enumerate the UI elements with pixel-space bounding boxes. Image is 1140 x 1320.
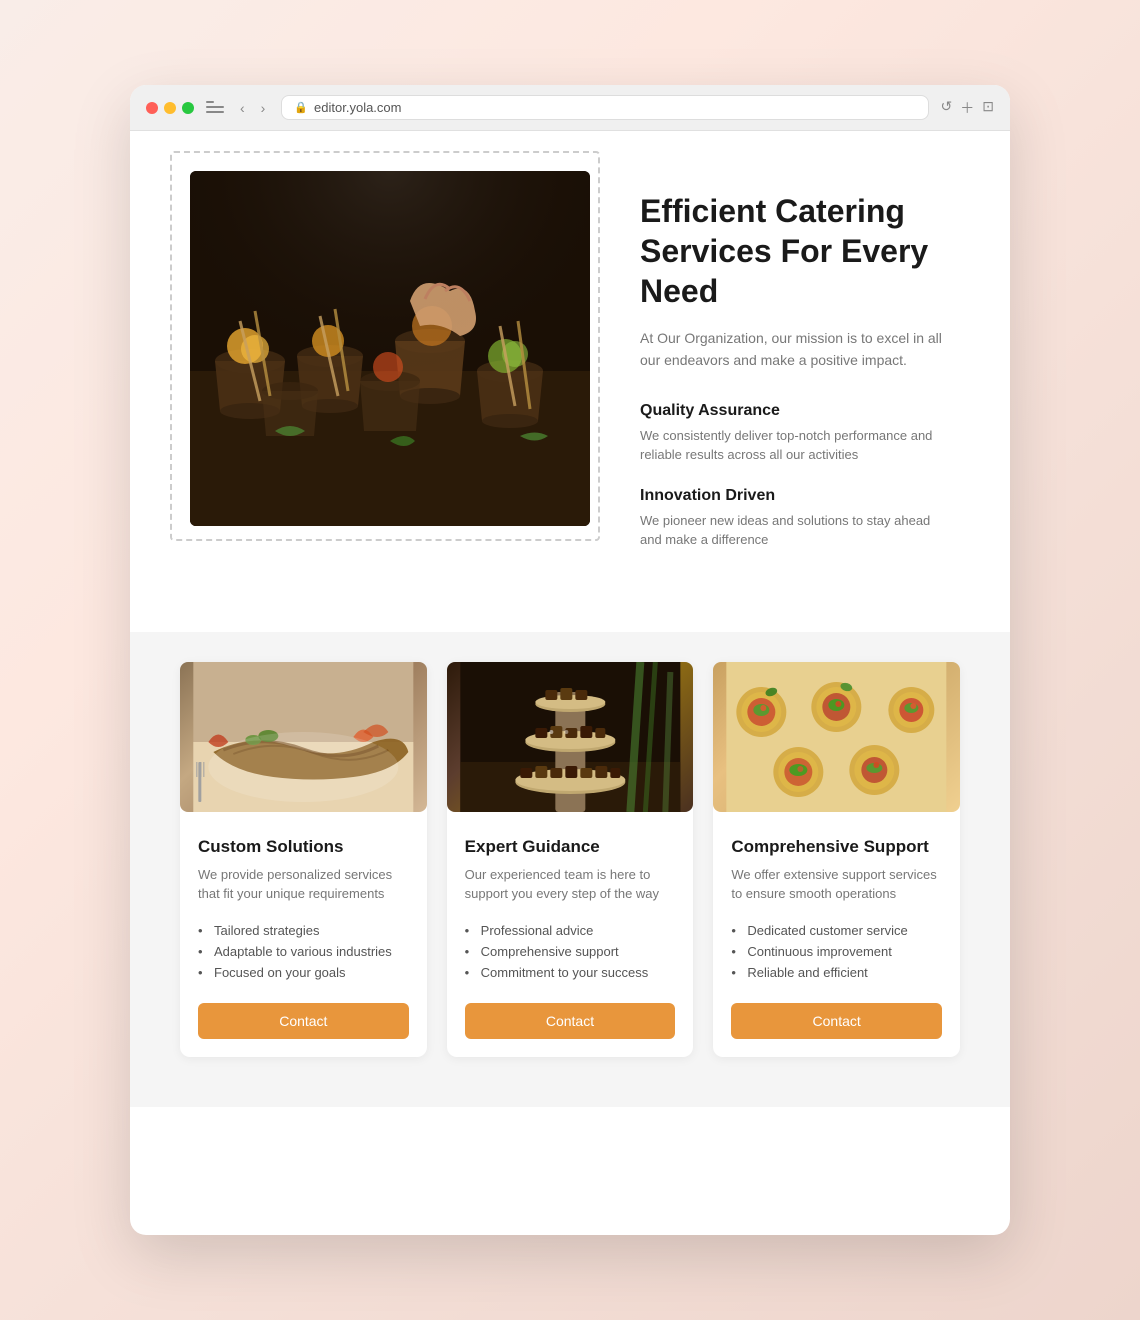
list-item: Commitment to your success	[465, 962, 676, 983]
feature-innovation-desc: We pioneer new ideas and solutions to st…	[640, 511, 950, 550]
sidebar-toggle-icon[interactable]	[206, 101, 224, 115]
card-1-body: Custom Solutions We provide personalized…	[180, 817, 427, 1057]
feature-innovation-title: Innovation Driven	[640, 487, 950, 505]
list-item: Focused on your goals	[198, 962, 409, 983]
card-image-1	[180, 662, 427, 812]
card-1-desc: We provide personalized services that fi…	[198, 865, 409, 904]
list-item: Tailored strategies	[198, 920, 409, 941]
card-3-contact-button[interactable]: Contact	[731, 1003, 942, 1039]
hero-image	[190, 171, 590, 526]
cards-grid: Custom Solutions We provide personalized…	[180, 662, 960, 1057]
cards-section: Custom Solutions We provide personalized…	[130, 632, 1010, 1107]
feature-quality-title: Quality Assurance	[640, 402, 950, 420]
reload-button[interactable]: ↺	[941, 98, 953, 118]
browser-window: ‹ › 🔒 editor.yola.com ↺ ＋ ⊡	[130, 85, 1010, 1235]
address-bar[interactable]: 🔒 editor.yola.com	[281, 95, 928, 120]
card-image-2	[447, 662, 694, 812]
card-3-body: Comprehensive Support We offer extensive…	[713, 817, 960, 1057]
card-1-title: Custom Solutions	[198, 837, 409, 857]
card-1-list: Tailored strategies Adaptable to various…	[198, 920, 409, 983]
share-button[interactable]: ⊡	[982, 98, 994, 118]
card-3-list: Dedicated customer service Continuous im…	[731, 920, 942, 983]
add-tab-button[interactable]: ＋	[960, 98, 974, 118]
card-2-contact-button[interactable]: Contact	[465, 1003, 676, 1039]
feature-innovation: Innovation Driven We pioneer new ideas a…	[640, 487, 950, 550]
list-item: Continuous improvement	[731, 941, 942, 962]
hero-text: Efficient Catering Services For Every Ne…	[640, 171, 950, 572]
feature-quality-desc: We consistently deliver top-notch perfor…	[640, 426, 950, 465]
card-1-contact-button[interactable]: Contact	[198, 1003, 409, 1039]
feature-quality: Quality Assurance We consistently delive…	[640, 402, 950, 465]
card-2-list: Professional advice Comprehensive suppor…	[465, 920, 676, 983]
card-2-title: Expert Guidance	[465, 837, 676, 857]
hero-subtitle: At Our Organization, our mission is to e…	[640, 327, 950, 372]
card-expert-guidance: Expert Guidance Our experienced team is …	[447, 662, 694, 1057]
list-item: Professional advice	[465, 920, 676, 941]
url-text: editor.yola.com	[314, 100, 401, 115]
list-item: Adaptable to various industries	[198, 941, 409, 962]
close-button[interactable]	[146, 102, 158, 114]
browser-nav-controls: ‹ ›	[236, 98, 269, 118]
hero-section: Efficient Catering Services For Every Ne…	[130, 131, 1010, 632]
maximize-button[interactable]	[182, 102, 194, 114]
forward-button[interactable]: ›	[257, 98, 270, 118]
back-button[interactable]: ‹	[236, 98, 249, 118]
list-item: Comprehensive support	[465, 941, 676, 962]
hero-title: Efficient Catering Services For Every Ne…	[640, 191, 950, 311]
browser-toolbar: ‹ › 🔒 editor.yola.com ↺ ＋ ⊡	[130, 85, 1010, 131]
list-item: Dedicated customer service	[731, 920, 942, 941]
hero-image-container	[190, 171, 590, 526]
card-2-body: Expert Guidance Our experienced team is …	[447, 817, 694, 1057]
minimize-button[interactable]	[164, 102, 176, 114]
card-3-title: Comprehensive Support	[731, 837, 942, 857]
lock-icon: 🔒	[294, 101, 308, 114]
card-comprehensive-support: Comprehensive Support We offer extensive…	[713, 662, 960, 1057]
food-illustration	[190, 171, 590, 526]
card-3-desc: We offer extensive support services to e…	[731, 865, 942, 904]
browser-actions: ↺ ＋ ⊡	[941, 98, 994, 118]
card-2-desc: Our experienced team is here to support …	[465, 865, 676, 904]
traffic-lights	[146, 102, 194, 114]
card-image-3	[713, 662, 960, 812]
browser-content: Efficient Catering Services For Every Ne…	[130, 131, 1010, 1107]
list-item: Reliable and efficient	[731, 962, 942, 983]
card-custom-solutions: Custom Solutions We provide personalized…	[180, 662, 427, 1057]
